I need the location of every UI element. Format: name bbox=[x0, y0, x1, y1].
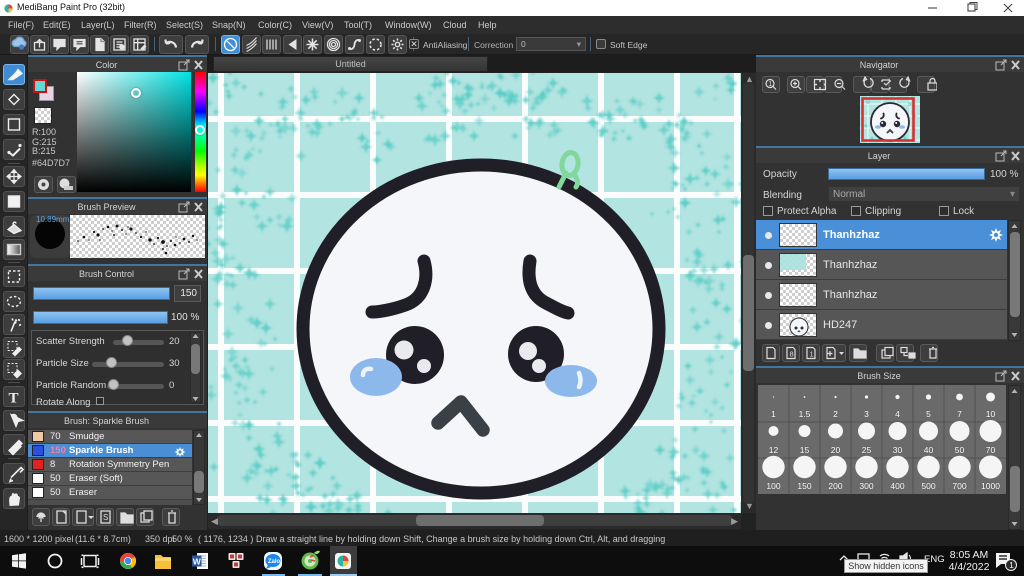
svg-text:S: S bbox=[103, 513, 108, 522]
svg-text:1: 1 bbox=[810, 350, 814, 359]
svg-text:300: 300 bbox=[859, 481, 873, 491]
svg-text:1: 1 bbox=[1009, 561, 1014, 570]
svg-text:W: W bbox=[193, 556, 202, 566]
svg-text:5: 5 bbox=[926, 409, 931, 419]
svg-text:100: 100 bbox=[766, 481, 780, 491]
svg-text:15: 15 bbox=[800, 445, 810, 455]
svg-text:50: 50 bbox=[955, 445, 965, 455]
svg-text:400: 400 bbox=[890, 481, 904, 491]
svg-text:12: 12 bbox=[769, 445, 779, 455]
svg-text:1.5: 1.5 bbox=[799, 409, 811, 419]
svg-text:1: 1 bbox=[771, 409, 776, 419]
svg-text:4: 4 bbox=[895, 409, 900, 419]
svg-text:150: 150 bbox=[797, 481, 811, 491]
svg-text:200: 200 bbox=[828, 481, 842, 491]
svg-text:2: 2 bbox=[833, 409, 838, 419]
svg-text:70: 70 bbox=[986, 445, 996, 455]
svg-text:40: 40 bbox=[924, 445, 934, 455]
svg-text:25: 25 bbox=[862, 445, 872, 455]
svg-text:20: 20 bbox=[831, 445, 841, 455]
svg-text:8: 8 bbox=[790, 350, 794, 359]
svg-text:1000: 1000 bbox=[981, 481, 1000, 491]
svg-text:T: T bbox=[9, 391, 19, 407]
svg-text:Zalo: Zalo bbox=[268, 559, 281, 565]
svg-text:30: 30 bbox=[893, 445, 903, 455]
svg-text:700: 700 bbox=[952, 481, 966, 491]
svg-text:7: 7 bbox=[957, 409, 962, 419]
svg-text:10: 10 bbox=[986, 409, 996, 419]
svg-text:1: 1 bbox=[768, 81, 772, 88]
svg-text:3: 3 bbox=[864, 409, 869, 419]
svg-text:500: 500 bbox=[921, 481, 935, 491]
